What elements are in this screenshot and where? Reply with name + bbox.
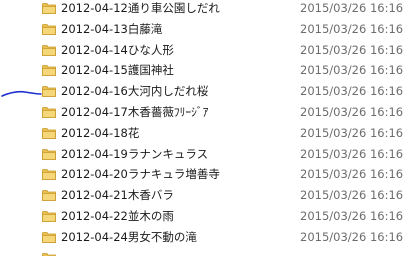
date-modified: 2015/03/26 16:16	[300, 188, 404, 203]
file-name: 2012-04-15護国神社	[61, 63, 174, 78]
file-name: 2012-04-18花	[61, 125, 140, 140]
folder-icon	[42, 211, 56, 222]
file-row[interactable]: 2012-04-12通り車公園しだれ 2015/03/26 16:16	[0, 0, 416, 19]
hand-drawn-annotation-mark	[1, 90, 42, 97]
date-modified: 2015/03/26 16:16	[300, 229, 404, 244]
file-row[interactable]: 2012-04-16大河内しだれ桜 2015/03/26 16:16	[0, 81, 416, 102]
file-name: 2012-04-12通り車公園しだれ	[61, 1, 220, 15]
file-name: 2012-04-16大河内しだれ桜	[61, 84, 209, 99]
date-modified: 2015/03/26 16:16	[300, 1, 404, 15]
folder-icon	[42, 65, 56, 77]
folder-icon	[42, 107, 56, 118]
folder-icon	[42, 86, 56, 98]
date-modified: 2015/03/26 16:16	[300, 42, 404, 57]
folder-icon	[42, 190, 56, 202]
date-modified: 2015/03/26 16:16	[300, 167, 404, 182]
file-name: 2012-04-21木香バラ	[61, 188, 174, 203]
file-name: 2012-04-22並木の雨	[61, 208, 174, 223]
folder-icon	[42, 169, 56, 181]
file-row[interactable]: 2012-04-22並木の雨 2015/03/26 16:16	[0, 206, 416, 227]
file-row[interactable]: 2012-04-20ラナキュラ増善寺 2015/03/26 16:16	[0, 164, 416, 185]
file-list: 2012-04-12通り車公園しだれ 2015/03/26 16:16 2012-0…	[0, 0, 416, 256]
file-row[interactable]: 2012-04-19ラナンキュラス 2015/03/26 16:16	[0, 144, 416, 165]
folder-icon	[42, 23, 56, 35]
file-row[interactable]: 2012-04-13白藤滝 2015/03/26 16:16	[0, 19, 416, 40]
date-modified: 2015/03/26 16:16	[300, 84, 404, 99]
file-row[interactable]: 2012-04-21木香バラ 2015/03/26 16:16	[0, 185, 416, 206]
date-modified: 2015/03/26 16:16	[300, 104, 404, 119]
folder-icon	[42, 127, 56, 139]
date-modified: 2015/03/26 16:16	[300, 208, 404, 223]
file-row[interactable]	[0, 248, 416, 256]
file-name: 2012-04-13白藤滝	[61, 21, 163, 36]
folder-icon	[42, 44, 56, 56]
file-row[interactable]: 2012-04-18花 2015/03/26 16:16	[0, 123, 416, 144]
date-modified: 2015/03/26 16:16	[300, 63, 404, 78]
date-modified: 2015/03/26 16:16	[300, 146, 404, 161]
folder-icon	[42, 3, 56, 14]
folder-icon	[42, 148, 56, 160]
file-row[interactable]: 2012-04-15護国神社 2015/03/26 16:16	[0, 60, 416, 81]
file-row[interactable]: 2012-04-24男女不動の滝 2015/03/26 16:16	[0, 227, 416, 248]
date-modified: 2015/03/26 16:16	[300, 21, 404, 36]
file-name: 2012-04-19ラナンキュラス	[61, 146, 209, 161]
folder-icon	[42, 231, 56, 243]
file-list-pane: 2012-04-12通り車公園しだれ 2015/03/26 16:16 2012-0…	[0, 0, 416, 256]
file-name: 2012-04-17木香薔薇ﾌﾘｰｼﾞｱ	[61, 104, 209, 119]
file-row[interactable]: 2012-04-14ひな人形 2015/03/26 16:16	[0, 40, 416, 61]
file-name: 2012-04-14ひな人形	[61, 42, 174, 57]
folder-icon	[42, 252, 56, 256]
date-modified: 2015/03/26 16:16	[300, 125, 404, 140]
file-name: 2012-04-24男女不動の滝	[61, 229, 197, 244]
file-name: 2012-04-20ラナキュラ増善寺	[61, 167, 220, 182]
file-row[interactable]: 2012-04-17木香薔薇ﾌﾘｰｼﾞｱ 2015/03/26 16:16	[0, 102, 416, 123]
